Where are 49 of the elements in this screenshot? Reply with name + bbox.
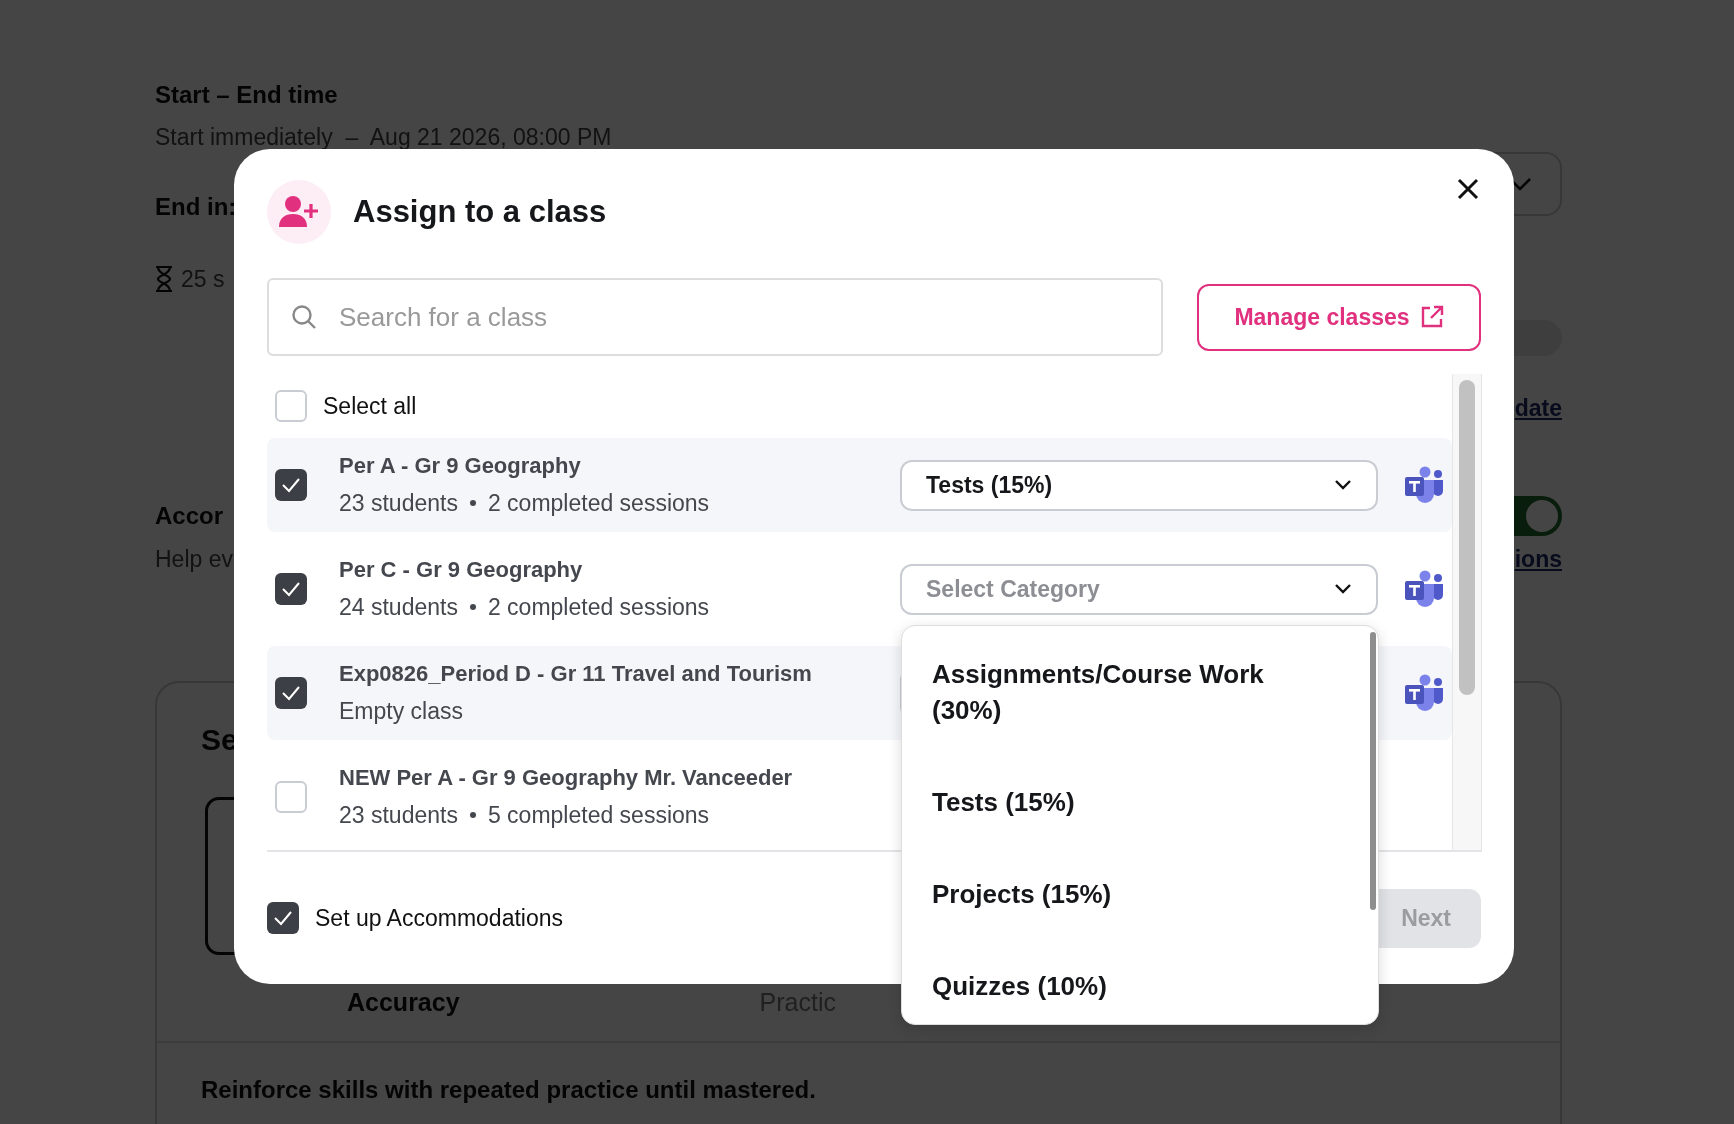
menu-option[interactable]: Projects (15%) xyxy=(932,866,1312,922)
class-detail: 23 students xyxy=(339,489,458,518)
scrollbar[interactable] xyxy=(1452,374,1482,850)
chat-app-icon[interactable] xyxy=(1404,466,1444,504)
class-detail: 23 students xyxy=(339,801,458,830)
chat-app-icon[interactable] xyxy=(1404,570,1444,608)
class-name: NEW Per A - Gr 9 Geography Mr. Vanceeder xyxy=(339,764,794,792)
search-field[interactable]: Search for a class xyxy=(267,278,1163,356)
menu-option[interactable]: Quizzes (10%) xyxy=(932,958,1312,1014)
class-detail: 2 completed sessions xyxy=(487,489,710,518)
tab-description: Reinforce skills with repeated practice until mastered. xyxy=(201,1075,816,1105)
checkbox[interactable] xyxy=(275,573,307,605)
search-icon xyxy=(291,304,317,330)
section-title: Accor xyxy=(155,500,224,531)
dialog-title: Assign to a class xyxy=(353,192,607,231)
separator-dot xyxy=(469,500,476,506)
chat-app-icon[interactable] xyxy=(1404,674,1444,712)
class-detail: Empty class xyxy=(339,697,463,726)
section-heading: Start – End time xyxy=(155,80,338,110)
class-name: Exp0826_Period D - Gr 11 Travel and Tourism xyxy=(339,660,813,688)
external-link-icon xyxy=(1419,305,1444,329)
checkmark-icon xyxy=(281,477,301,493)
class-detail: 2 completed sessions xyxy=(487,593,710,622)
select-all-label: Select all xyxy=(323,391,417,421)
menu-option[interactable]: Assignments/Course Work (30%) xyxy=(932,646,1312,738)
card-title: Se xyxy=(201,723,238,757)
class-detail: 24 students xyxy=(339,593,458,622)
class-name: Per A - Gr 9 Geography xyxy=(339,452,582,480)
checkbox[interactable] xyxy=(275,677,307,709)
menu-scrollbar[interactable] xyxy=(1370,632,1376,910)
accommodations-label: Set up Accommodations xyxy=(315,903,564,933)
checkmark-icon xyxy=(273,910,293,926)
category-select[interactable]: Tests (15%) xyxy=(900,459,1378,511)
chevron-icon xyxy=(1334,479,1352,491)
separator-dot xyxy=(469,604,476,610)
class-detail: 5 completed sessions xyxy=(487,801,710,830)
end-label: End in: xyxy=(155,192,237,222)
manage-classes-button[interactable]: Manage classes xyxy=(1197,283,1481,351)
checkbox[interactable] xyxy=(267,902,299,934)
checkmark-icon xyxy=(281,581,301,597)
checkbox[interactable] xyxy=(275,781,307,813)
checkmark-icon xyxy=(281,685,301,701)
menu-option[interactable]: Tests (15%) xyxy=(932,774,1312,830)
class-name: Per C - Gr 9 Geography xyxy=(339,556,584,584)
chevron-icon xyxy=(1334,583,1352,595)
separator-dot xyxy=(469,812,476,818)
checkbox[interactable] xyxy=(275,469,307,501)
category-select[interactable]: Select Category xyxy=(900,563,1378,615)
checkbox[interactable] xyxy=(275,390,307,422)
